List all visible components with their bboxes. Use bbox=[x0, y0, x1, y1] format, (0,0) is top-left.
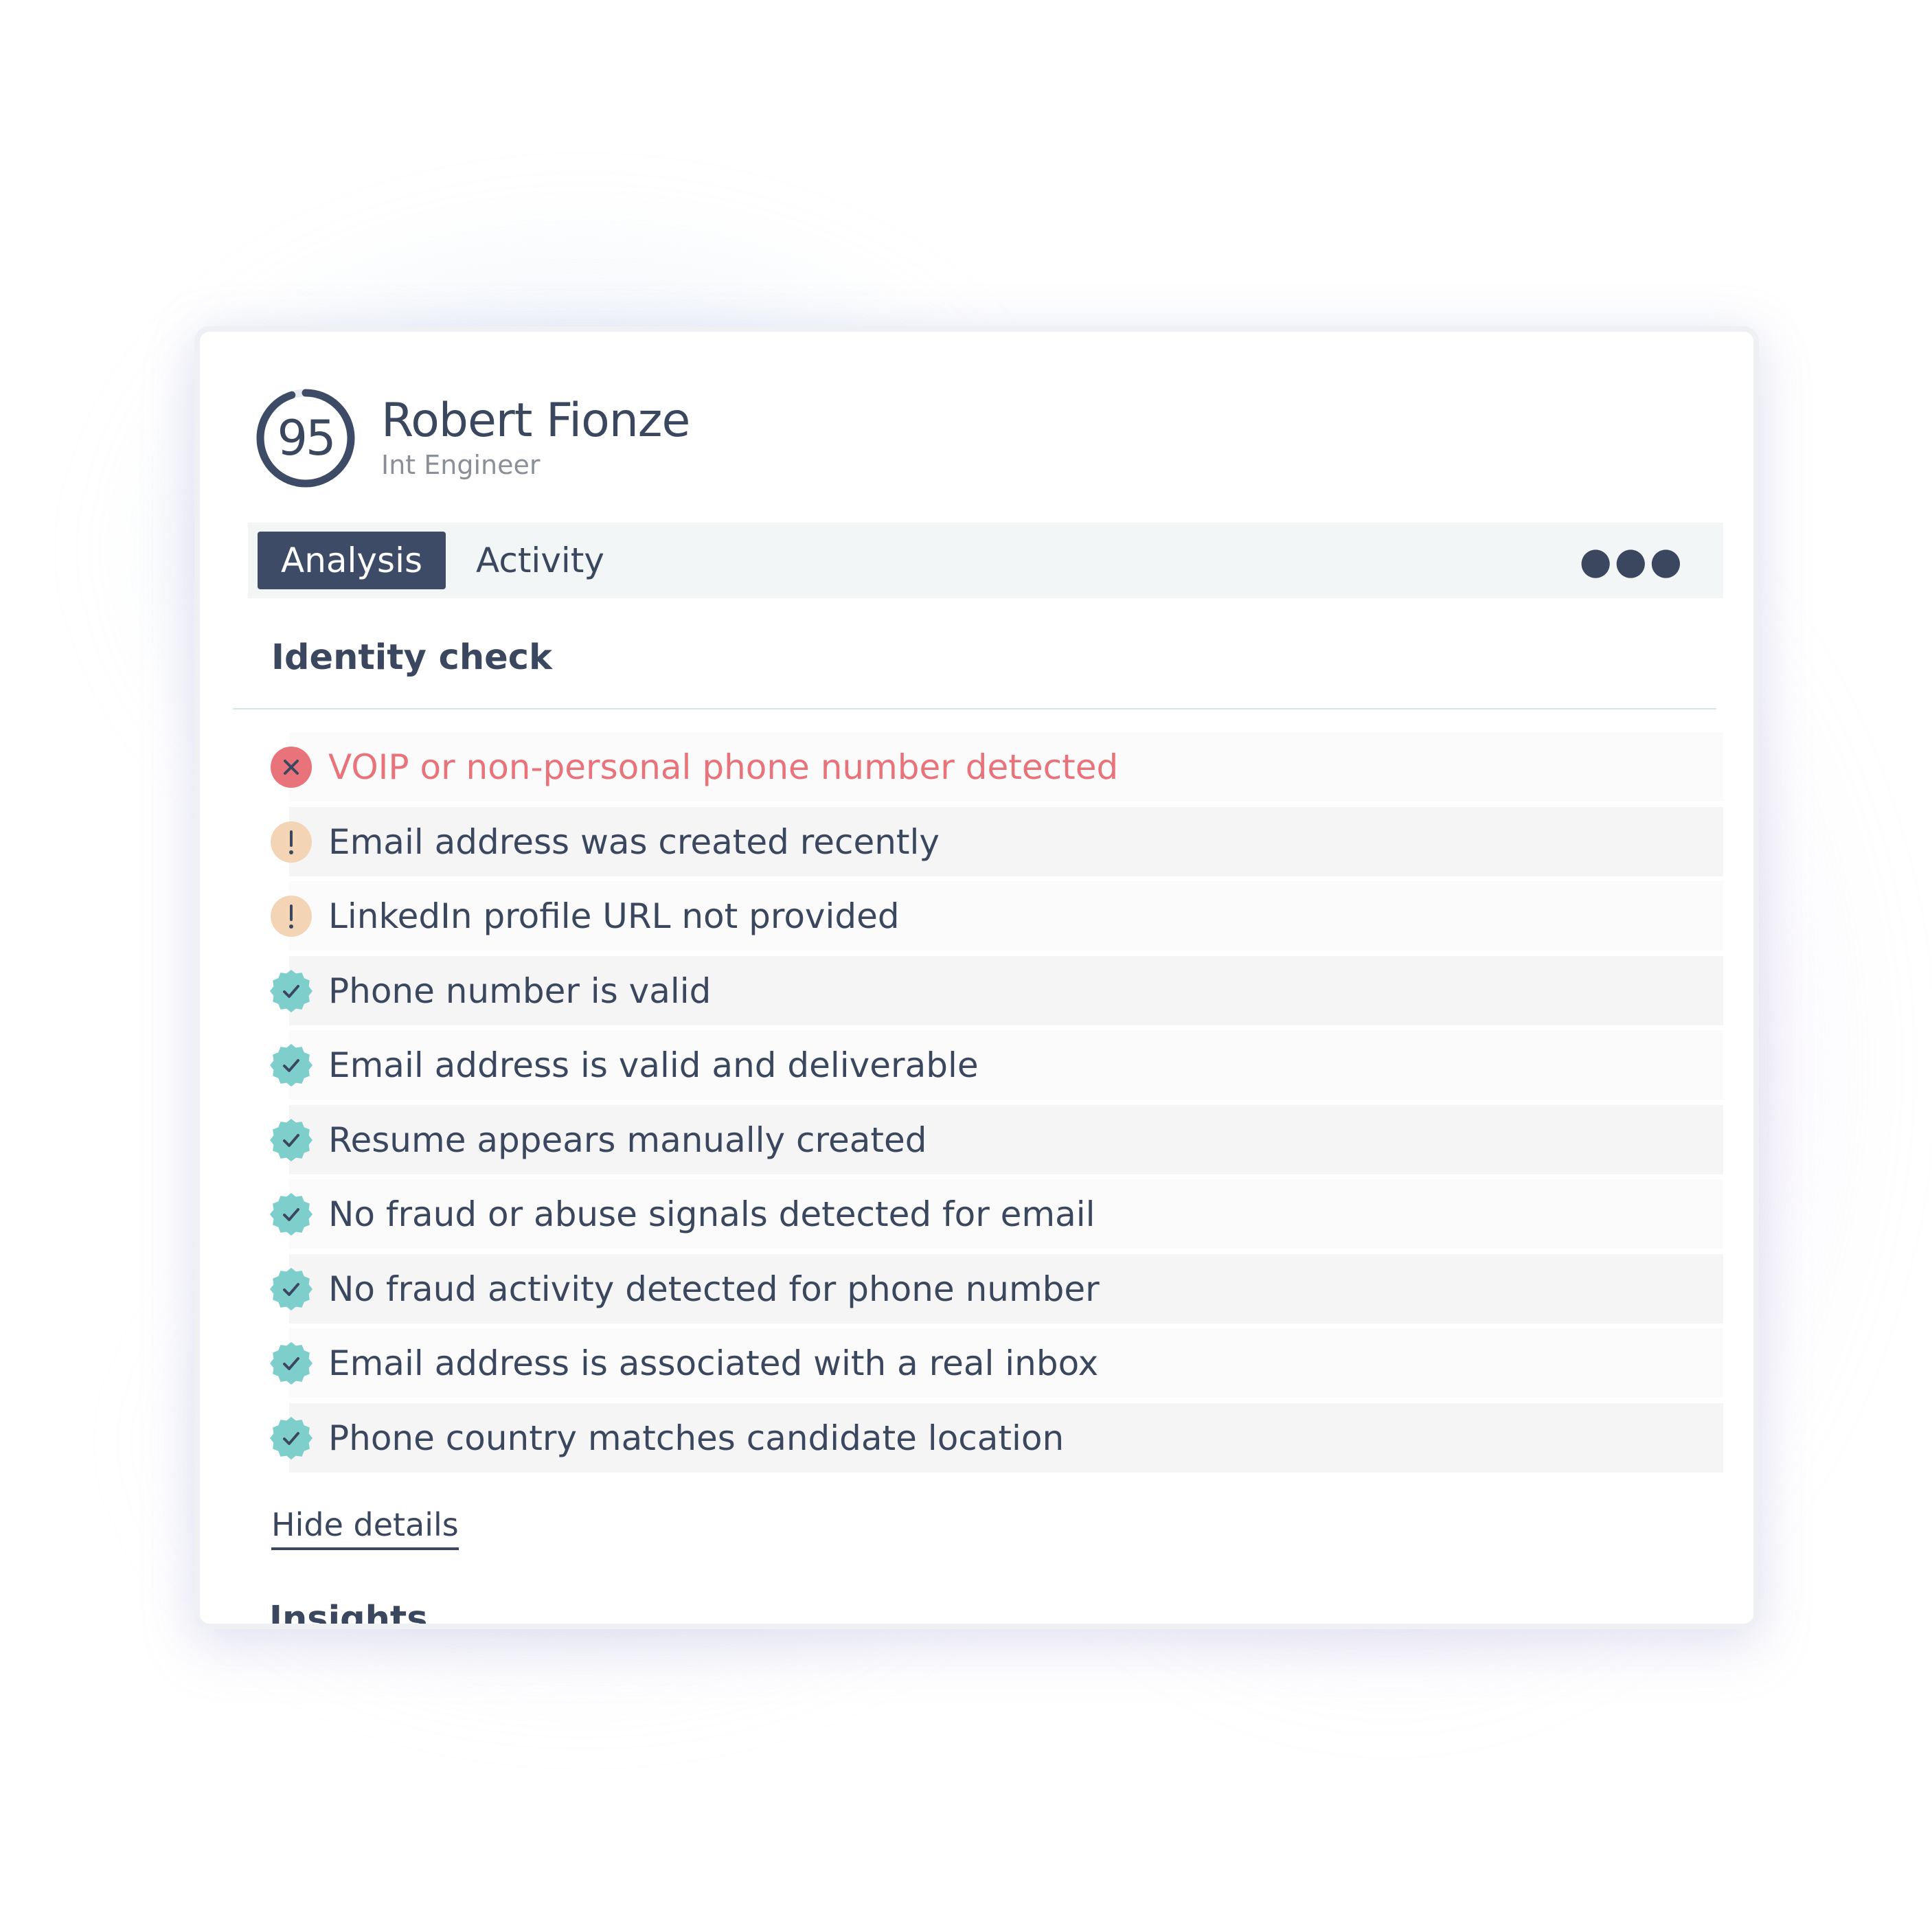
identity-check-item: Email address is associated with a real … bbox=[200, 1326, 1753, 1401]
warning-exclamation-icon bbox=[270, 821, 312, 863]
identity-check-item: Phone number is valid bbox=[200, 954, 1753, 1029]
more-horizontal-icon[interactable]: ●●● bbox=[1580, 523, 1685, 598]
section-divider bbox=[233, 708, 1716, 709]
identity-check-item: VOIP or non-personal phone number detect… bbox=[200, 730, 1753, 805]
verified-badge-check-icon bbox=[270, 1342, 312, 1385]
tab-analysis[interactable]: Analysis bbox=[258, 532, 446, 589]
insights-title: Insights bbox=[269, 1599, 428, 1629]
identity-check-text: Phone number is valid bbox=[328, 970, 712, 1011]
identity-check-item: No fraud activity detected for phone num… bbox=[200, 1252, 1753, 1327]
score-ring: 95 bbox=[255, 387, 356, 489]
identity-check-text: No fraud or abuse signals detected for e… bbox=[328, 1194, 1095, 1235]
candidate-role: Int Engineer bbox=[381, 449, 541, 480]
hide-details-link[interactable]: Hide details bbox=[271, 1506, 459, 1550]
identity-check-item: Email address was created recently bbox=[200, 805, 1753, 880]
identity-check-item: No fraud or abuse signals detected for e… bbox=[200, 1177, 1753, 1252]
verified-badge-check-icon bbox=[270, 1118, 312, 1161]
identity-check-text: Email address is associated with a real … bbox=[328, 1343, 1099, 1384]
identity-check-list: VOIP or non-personal phone number detect… bbox=[200, 730, 1753, 1475]
candidate-card: 95 Robert Fionze Int Engineer Analysis A… bbox=[194, 326, 1759, 1629]
identity-check-text: LinkedIn profile URL not provided bbox=[328, 896, 900, 937]
identity-check-text: Resume appears manually created bbox=[328, 1120, 927, 1160]
warning-exclamation-icon bbox=[270, 895, 312, 937]
identity-check-text: Email address was created recently bbox=[328, 821, 940, 862]
candidate-name: Robert Fionze bbox=[381, 394, 690, 448]
verified-badge-check-icon bbox=[270, 1416, 312, 1459]
identity-check-text: Email address is valid and deliverable bbox=[328, 1045, 979, 1086]
error-x-icon bbox=[270, 746, 312, 788]
identity-check-item: Phone country matches candidate location bbox=[200, 1401, 1753, 1476]
identity-check-text: No fraud activity detected for phone num… bbox=[328, 1269, 1100, 1309]
identity-check-title: Identity check bbox=[271, 637, 552, 678]
identity-check-text: VOIP or non-personal phone number detect… bbox=[328, 747, 1119, 788]
candidate-info: Robert Fionze Int Engineer bbox=[381, 394, 690, 480]
identity-check-item: LinkedIn profile URL not provided bbox=[200, 879, 1753, 954]
verified-badge-check-icon bbox=[270, 969, 312, 1012]
tab-bar: Analysis Activity ●●● bbox=[248, 523, 1723, 598]
verified-badge-check-icon bbox=[270, 1044, 312, 1087]
identity-check-item: Email address is valid and deliverable bbox=[200, 1028, 1753, 1103]
tab-activity[interactable]: Activity bbox=[476, 541, 604, 580]
page-background: 95 Robert Fionze Int Engineer Analysis A… bbox=[0, 0, 1932, 1932]
candidate-header: 95 Robert Fionze Int Engineer bbox=[255, 387, 690, 490]
verified-badge-check-icon bbox=[270, 1267, 312, 1310]
verified-badge-check-icon bbox=[270, 1193, 312, 1236]
identity-check-text: Phone country matches candidate location bbox=[328, 1418, 1065, 1458]
score-value: 95 bbox=[277, 410, 336, 466]
identity-check-item: Resume appears manually created bbox=[200, 1103, 1753, 1178]
